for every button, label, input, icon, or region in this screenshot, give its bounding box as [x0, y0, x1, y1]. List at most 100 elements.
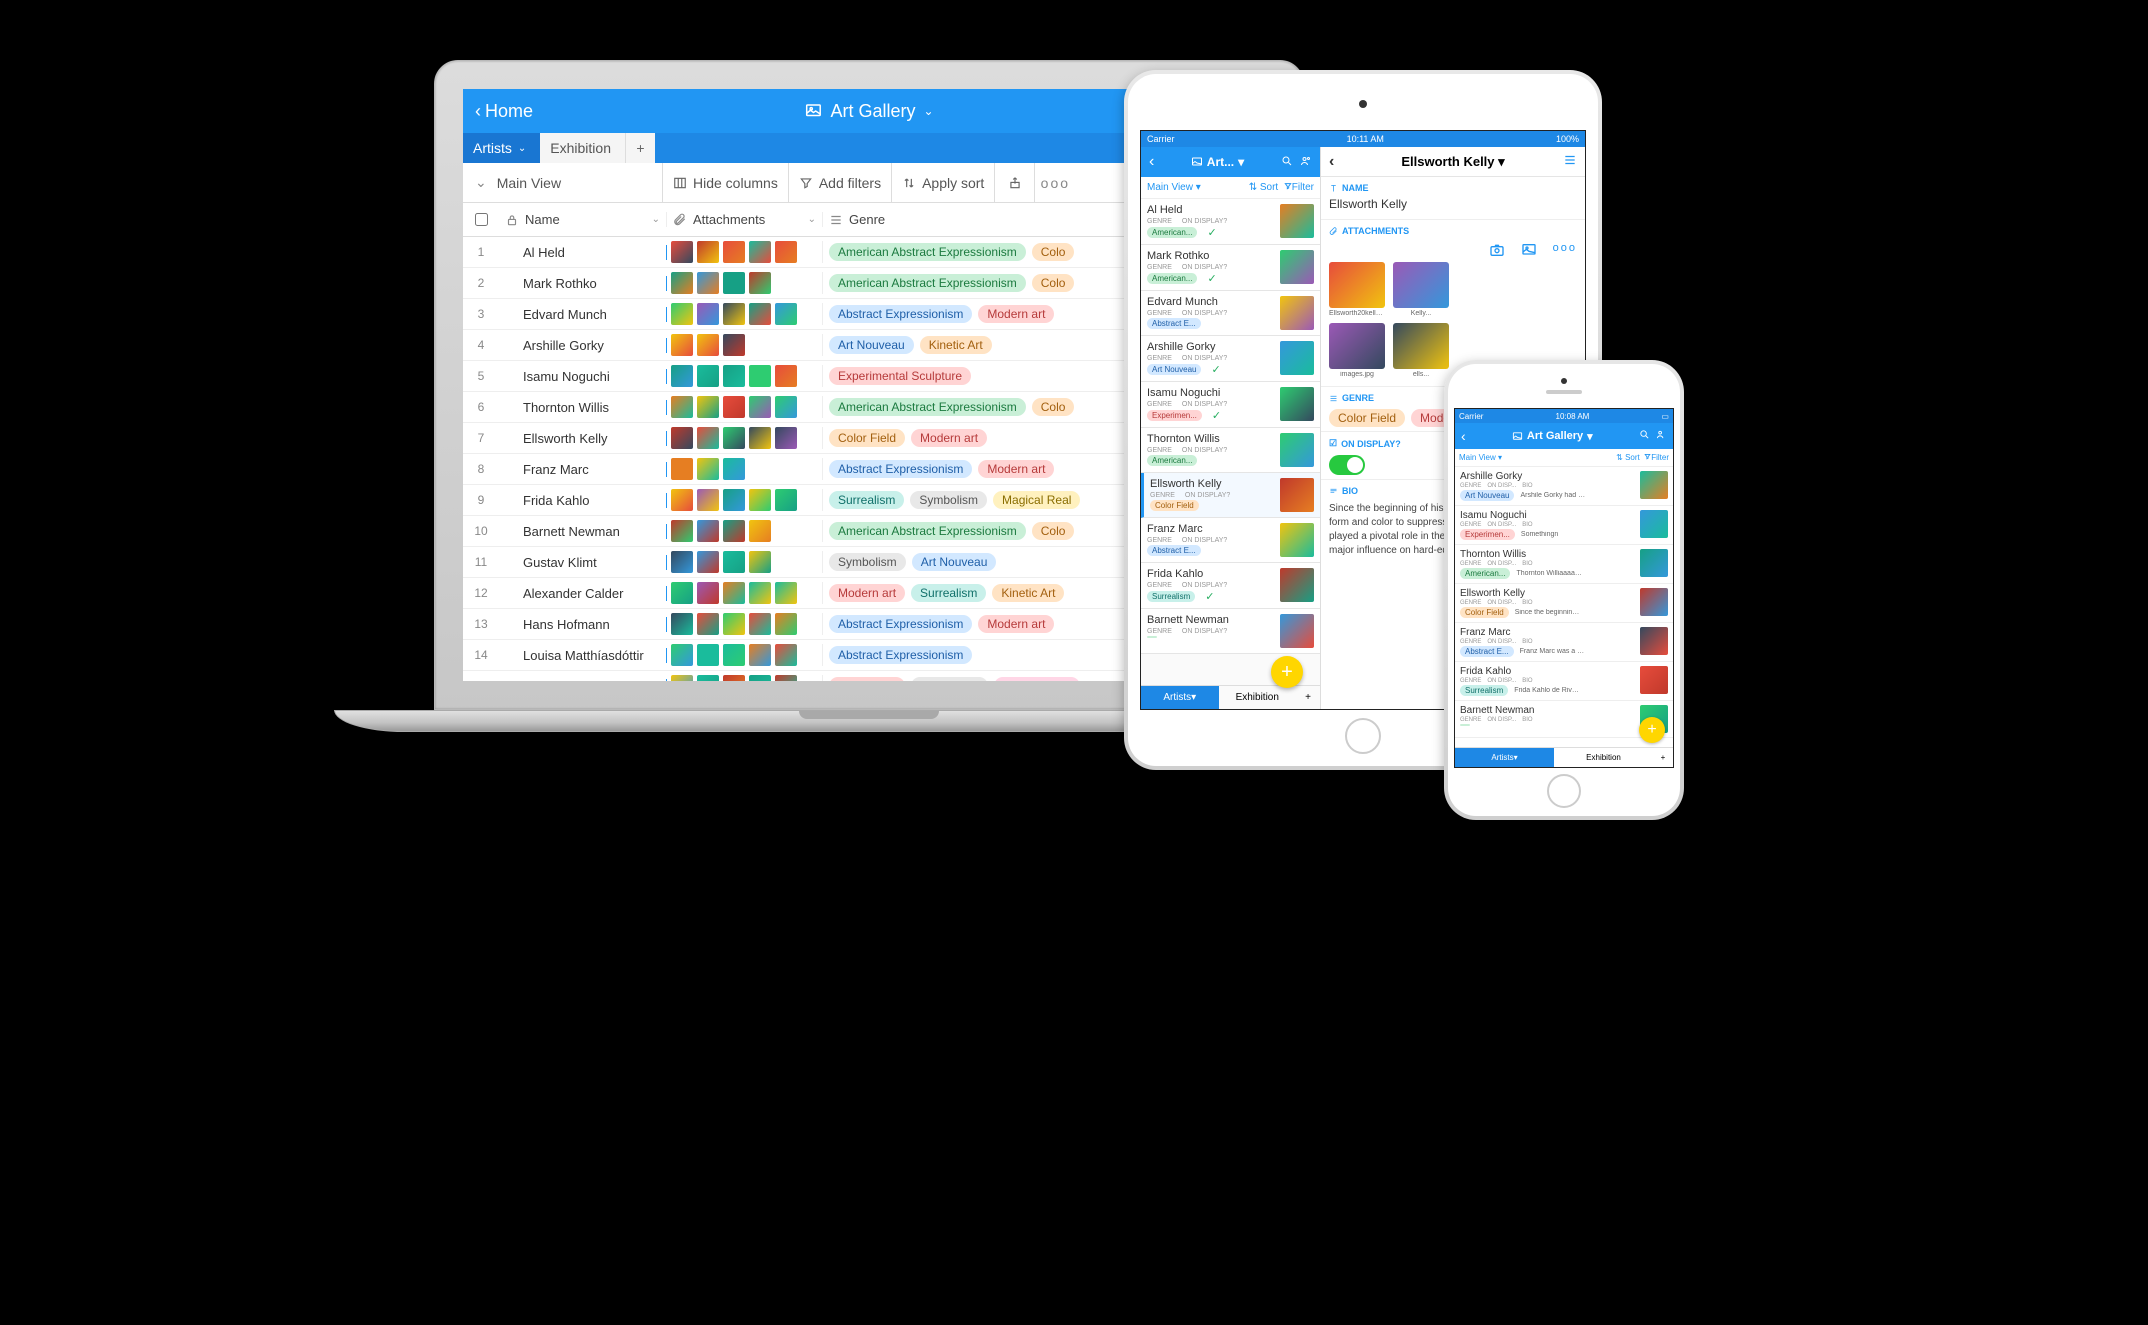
- attachment-thumb[interactable]: [723, 582, 745, 604]
- attachment-thumb[interactable]: [671, 241, 693, 263]
- tab-exhibition[interactable]: Exhibition: [1219, 686, 1297, 709]
- attachment-thumb[interactable]: [697, 489, 719, 511]
- attachment-thumb[interactable]: [775, 365, 797, 387]
- attachment-thumb[interactable]: [749, 675, 771, 681]
- camera-icon[interactable]: [1489, 242, 1505, 258]
- attachment-thumb[interactable]: [671, 427, 693, 449]
- attachment-thumb[interactable]: [671, 582, 693, 604]
- attachment-thumb[interactable]: [749, 241, 771, 263]
- cell-attachments[interactable]: [667, 613, 823, 635]
- list-item[interactable]: Isamu Noguchi GENREON DISP...BIO Experim…: [1455, 506, 1673, 545]
- attachment-thumb[interactable]: [697, 613, 719, 635]
- cell-attachments[interactable]: [667, 644, 823, 666]
- cell-attachments[interactable]: [667, 675, 823, 681]
- attachment-thumb[interactable]: [749, 396, 771, 418]
- attachment-thumb[interactable]: [671, 489, 693, 511]
- attachment-thumb[interactable]: [723, 458, 745, 480]
- cell-name[interactable]: Hans Hofmann: [499, 617, 667, 632]
- attachment-thumb[interactable]: [723, 365, 745, 387]
- cell-attachments[interactable]: [667, 489, 823, 511]
- list-item[interactable]: Mark Rothko GENREON DISPLAY? American...…: [1141, 245, 1320, 291]
- list-item[interactable]: Barnett Newman GENREON DISPLAY?: [1141, 609, 1320, 654]
- list-item[interactable]: Arshille Gorky GENREON DISPLAY? Art Nouv…: [1141, 336, 1320, 382]
- attachment-thumb[interactable]: [749, 613, 771, 635]
- column-name[interactable]: Name ⌄: [499, 212, 667, 227]
- cell-name[interactable]: Arshille Gorky: [499, 338, 667, 353]
- attachment-thumb[interactable]: [697, 272, 719, 294]
- name-value[interactable]: Ellsworth Kelly: [1321, 195, 1585, 219]
- cell-name[interactable]: Gustav Klimt: [499, 555, 667, 570]
- share-button[interactable]: [995, 163, 1035, 202]
- attachment-thumb[interactable]: [723, 551, 745, 573]
- cell-name[interactable]: Franz Marc: [499, 462, 667, 477]
- attachment-thumb[interactable]: [697, 520, 719, 542]
- column-attachments[interactable]: Attachments ⌄: [667, 212, 823, 227]
- cell-attachments[interactable]: [667, 303, 823, 325]
- add-tab-button[interactable]: +: [625, 133, 655, 163]
- attachment-thumb[interactable]: [697, 241, 719, 263]
- attachment-thumb[interactable]: [749, 520, 771, 542]
- search-icon[interactable]: [1639, 429, 1650, 440]
- attachment-thumb[interactable]: [723, 427, 745, 449]
- attachment-thumb[interactable]: [775, 675, 797, 681]
- attachment-thumb[interactable]: [723, 241, 745, 263]
- list-item[interactable]: Thornton Willis GENREON DISP...BIO Ameri…: [1455, 545, 1673, 584]
- attachment-thumb[interactable]: [723, 489, 745, 511]
- attachment-thumb[interactable]: [671, 551, 693, 573]
- attachment-thumb[interactable]: [749, 272, 771, 294]
- attachment-thumb[interactable]: [697, 458, 719, 480]
- attachment-thumb[interactable]: [723, 675, 745, 681]
- list-item[interactable]: Edvard Munch GENREON DISPLAY? Abstract E…: [1141, 291, 1320, 336]
- cell-attachments[interactable]: [667, 582, 823, 604]
- list-item[interactable]: Arshille Gorky GENREON DISP...BIO Art No…: [1455, 467, 1673, 506]
- cell-name[interactable]: Louisa Matthíasdóttir: [499, 648, 667, 663]
- attachment-thumb[interactable]: [749, 644, 771, 666]
- attachment-thumb[interactable]: [723, 334, 745, 356]
- attachment-thumb[interactable]: [775, 396, 797, 418]
- sort-button[interactable]: ⇅ Sort: [1616, 453, 1640, 462]
- cell-name[interactable]: Frida Kahlo: [499, 493, 667, 508]
- cell-attachments[interactable]: [667, 365, 823, 387]
- cell-name[interactable]: Thornton Willis: [499, 400, 667, 415]
- image-icon[interactable]: [1521, 242, 1537, 258]
- cell-name[interactable]: Alexander Calder: [499, 586, 667, 601]
- attachment-thumb[interactable]: [697, 582, 719, 604]
- filter-button[interactable]: Filter: [1284, 182, 1314, 193]
- attachment-thumb[interactable]: [697, 396, 719, 418]
- home-button[interactable]: [1547, 774, 1581, 808]
- hide-columns-button[interactable]: Hide columns: [663, 163, 789, 202]
- home-link[interactable]: ‹ Home: [475, 101, 533, 122]
- base-title[interactable]: Art Gallery ▾: [1512, 430, 1593, 443]
- cell-attachments[interactable]: [667, 458, 823, 480]
- attachment-thumb[interactable]: [749, 427, 771, 449]
- on-display-toggle[interactable]: [1329, 455, 1365, 475]
- tab-exhibition[interactable]: Exhibition: [540, 133, 625, 163]
- list-item[interactable]: Al Held GENREON DISPLAY? American...✓: [1141, 199, 1320, 245]
- attachment-thumb[interactable]: [775, 241, 797, 263]
- attachment-thumb[interactable]: [671, 303, 693, 325]
- attachment-item[interactable]: images.jpg: [1329, 323, 1385, 378]
- attachment-thumb[interactable]: [723, 303, 745, 325]
- cell-name[interactable]: Barnett Newman: [499, 524, 667, 539]
- attachment-thumb[interactable]: [775, 644, 797, 666]
- cell-attachments[interactable]: [667, 551, 823, 573]
- attachment-thumb[interactable]: [749, 303, 771, 325]
- attachment-thumb[interactable]: [749, 365, 771, 387]
- cell-name[interactable]: Ellsworth Kelly: [499, 431, 667, 446]
- people-icon[interactable]: [1300, 155, 1312, 167]
- cell-attachments[interactable]: [667, 334, 823, 356]
- attachment-thumb[interactable]: [775, 303, 797, 325]
- attachment-thumb[interactable]: [671, 520, 693, 542]
- attachment-thumb[interactable]: [671, 675, 693, 681]
- attachment-thumb[interactable]: [697, 334, 719, 356]
- add-filters-button[interactable]: Add filters: [789, 163, 892, 202]
- list-item[interactable]: Frida Kahlo GENREON DISP...BIO Surrealis…: [1455, 662, 1673, 701]
- add-record-fab[interactable]: +: [1639, 717, 1665, 743]
- attachment-thumb[interactable]: [723, 644, 745, 666]
- home-button[interactable]: [1345, 718, 1381, 754]
- tab-artists[interactable]: Artists ▾: [1141, 686, 1219, 709]
- cell-attachments[interactable]: [667, 427, 823, 449]
- cell-attachments[interactable]: [667, 396, 823, 418]
- cell-attachments[interactable]: [667, 241, 823, 263]
- people-icon[interactable]: [1656, 429, 1667, 440]
